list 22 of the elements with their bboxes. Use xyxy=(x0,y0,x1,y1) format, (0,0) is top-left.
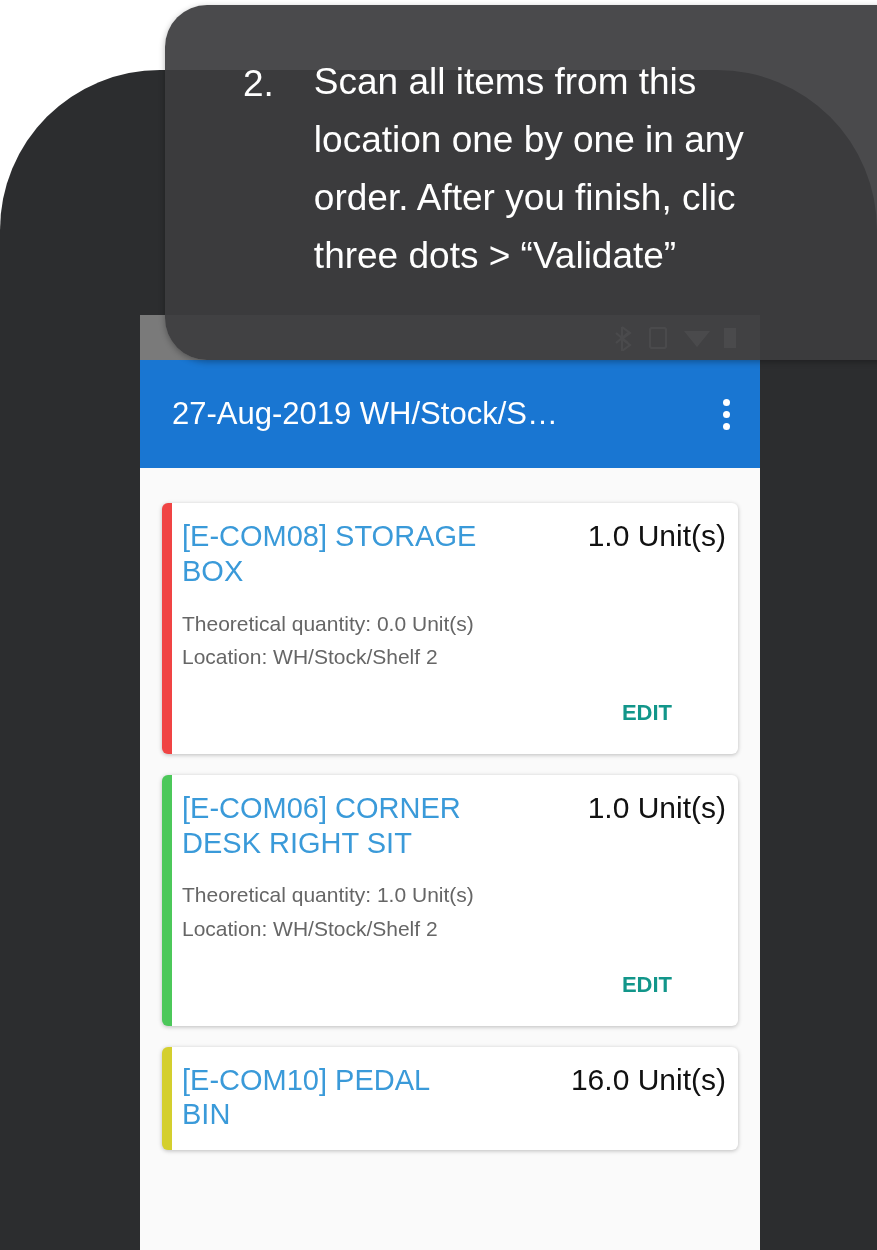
product-name: [E-COM10] PEDAL BIN xyxy=(182,1062,431,1133)
product-name: [E-COM08] STORAGE BOX xyxy=(182,519,478,589)
instruction-line: location one by one in any xyxy=(313,121,744,158)
theoretical-quantity: Theoretical quantity: 0.0 Unit(s) xyxy=(182,610,475,637)
instruction-line: Scan all items from this xyxy=(313,63,698,100)
instruction-line: three dots > “Validate” xyxy=(313,237,678,274)
product-quantity: 1.0 Unit(s) xyxy=(587,790,726,825)
edit-button[interactable]: EDIT xyxy=(621,699,672,726)
theoretical-quantity: Theoretical quantity: 1.0 Unit(s) xyxy=(182,882,475,909)
product-quantity: 16.0 Unit(s) xyxy=(570,1062,726,1097)
product-quantity: 1.0 Unit(s) xyxy=(587,519,726,553)
product-card[interactable]: [E-COM10] PEDAL BIN 16.0 Unit(s) xyxy=(162,1046,738,1151)
location-text: Location: WH/Stock/Shelf 2 xyxy=(182,915,439,942)
product-name: [E-COM06] CORNER DESK RIGHT SIT xyxy=(182,790,462,861)
product-card[interactable]: [E-COM06] CORNER DESK RIGHT SIT 1.0 Unit(s) Theoretical quantity: 1.0 Unit(s) Location: WH/Stock/Shelf 2 EDIT xyxy=(162,774,738,1026)
location-text: Location: WH/Stock/Shelf 2 xyxy=(182,644,439,671)
step-number: 2. xyxy=(243,63,274,106)
instruction-line: order. After you finish, clic xyxy=(313,179,737,216)
product-card[interactable]: [E-COM08] STORAGE BOX 1.0 Unit(s) Theoretical quantity: 0.0 Unit(s) Location: WH/Stock/Shelf 2 EDIT xyxy=(162,503,738,754)
edit-button[interactable]: EDIT xyxy=(621,971,672,998)
more-menu-icon[interactable] xyxy=(723,398,730,430)
app-bar-title: 27-Aug-2019 WH/Stock/S… xyxy=(172,396,558,432)
